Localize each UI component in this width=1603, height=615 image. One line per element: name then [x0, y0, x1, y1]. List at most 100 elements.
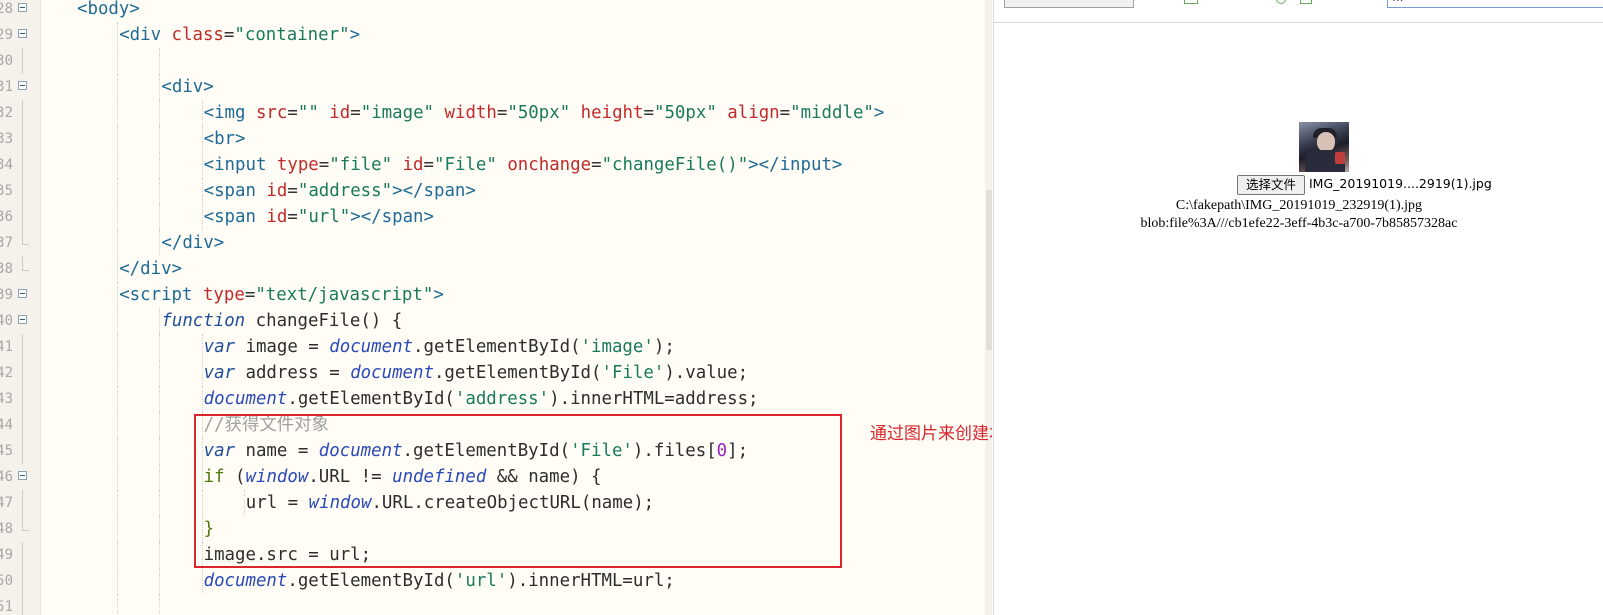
toolbar-select[interactable]: [1004, 0, 1134, 8]
code-token: =: [287, 207, 298, 227]
code-line[interactable]: 28 <body>: [0, 0, 992, 22]
fold-guide-line: [22, 594, 23, 615]
line-number: 51: [0, 599, 13, 615]
code-token: "File": [434, 155, 497, 175]
code-token: ></span>: [392, 181, 476, 201]
code-token: align: [727, 103, 780, 123]
code-line[interactable]: 41 var image = document.getElementById('i…: [0, 334, 992, 360]
code-token: document: [329, 337, 414, 357]
line-number: 34: [0, 157, 13, 173]
indent-guide: [201, 386, 203, 412]
code-token: <br>: [203, 129, 246, 149]
code-token: src: [255, 103, 288, 123]
fold-toggle-icon[interactable]: [18, 471, 27, 480]
code-token: 'image': [580, 337, 654, 357]
toolbar-input-text: ...: [1392, 0, 1598, 4]
code-line[interactable]: 39 <script type="text/javascript">: [0, 282, 992, 308]
code-line[interactable]: 37 </div>: [0, 230, 992, 256]
toolbar-indicator-icon: [1276, 0, 1286, 4]
line-number: 33: [0, 131, 13, 147]
code-line[interactable]: 34 <input type="file" id="File" onchange=…: [0, 152, 992, 178]
fold-guide-line: [22, 126, 23, 152]
line-number: 50: [0, 573, 13, 589]
code-line[interactable]: 30: [0, 48, 992, 74]
code-token: <div>: [161, 77, 214, 97]
indent-guide: [201, 152, 203, 178]
code-line[interactable]: 35 <span id="address"></span>: [0, 178, 992, 204]
indent-guide: [117, 230, 119, 256]
code-token: type: [202, 285, 245, 305]
fold-toggle-icon[interactable]: [18, 315, 27, 324]
fold-toggle-icon[interactable]: [18, 29, 27, 38]
code-text: document.getElementById('url').innerHTML…: [204, 568, 675, 594]
choose-file-button[interactable]: 选择文件: [1237, 175, 1305, 195]
code-token: <input: [203, 155, 277, 175]
indent-guide: [159, 152, 161, 178]
indent-guide: [117, 594, 119, 615]
indent-guide: [117, 464, 119, 490]
fold-toggle-icon[interactable]: [18, 3, 27, 12]
indent-guide: [159, 48, 161, 74]
code-token: image =: [235, 337, 330, 357]
indent-guide: [159, 308, 161, 334]
code-token: ></span>: [350, 207, 434, 227]
fold-toggle-icon[interactable]: [18, 289, 27, 298]
code-line[interactable]: 36 <span id="url"></span>: [0, 204, 992, 230]
code-line[interactable]: 40 function changeFile() {: [0, 308, 992, 334]
indent-guide: [117, 282, 119, 308]
file-input[interactable]: 选择文件 IMG_20191019....2919(1).jpg: [994, 172, 1603, 195]
code-token: ).value;: [664, 363, 749, 383]
code-line[interactable]: 38 </div>: [0, 256, 992, 282]
code-token: "changeFile()": [601, 155, 749, 175]
line-number: 41: [0, 339, 13, 355]
fold-end-marker: [22, 516, 29, 531]
code-token: width: [444, 103, 497, 123]
code-token: address =: [235, 363, 351, 383]
indent-guide: [117, 22, 119, 48]
line-number: 48: [0, 521, 13, 537]
code-line[interactable]: 32 <img src="" id="image" width="50px" he…: [0, 100, 992, 126]
code-token: "50px": [653, 103, 717, 123]
code-editor[interactable]: 28 <body> 29 <div class="container"> 30 31 <di…: [0, 0, 992, 615]
code-token: onchange: [507, 155, 592, 175]
code-token: .getElementById(: [413, 337, 581, 357]
toolbar-input[interactable]: ...: [1387, 0, 1603, 8]
code-token: var: [203, 337, 236, 357]
code-token: =: [318, 155, 330, 175]
indent-guide: [117, 178, 119, 204]
fold-end-marker: [22, 256, 29, 271]
indent-guide: [201, 334, 203, 360]
code-token: "text/javascript": [255, 285, 434, 305]
code-line[interactable]: 29 <div class="container">: [0, 22, 992, 48]
indent-guide: [159, 386, 161, 412]
fold-toggle-icon[interactable]: [18, 81, 27, 90]
code-token: =: [779, 103, 791, 123]
code-line[interactable]: 43 document.getElementById('address').inn…: [0, 386, 992, 412]
code-line[interactable]: 42 var address = document.getElementById(…: [0, 360, 992, 386]
code-token: <div: [119, 25, 172, 45]
editor-scrollbar-thumb[interactable]: [986, 190, 992, 350]
code-line[interactable]: 33 <br>: [0, 126, 992, 152]
indent-guide: [201, 568, 203, 594]
code-line[interactable]: 31 <div>: [0, 74, 992, 100]
code-token: <span: [203, 181, 267, 201]
code-token: id: [329, 103, 351, 123]
indent-guide: [201, 100, 203, 126]
indent-guide: [159, 594, 161, 615]
fold-guide-line: [22, 386, 23, 412]
code-token: );: [653, 337, 675, 357]
code-token: changeFile() {: [245, 311, 403, 331]
selected-file-name: IMG_20191019....2919(1).jpg: [1309, 176, 1492, 191]
code-token: >: [349, 25, 361, 45]
code-text: var image = document.getElementById('ima…: [204, 334, 675, 360]
code-text: <br>: [204, 126, 246, 152]
code-line[interactable]: 51: [0, 594, 992, 615]
code-line[interactable]: 50 document.getElementById('url').innerHT…: [0, 568, 992, 594]
indent-guide: [159, 360, 161, 386]
line-number: 39: [0, 287, 13, 303]
line-number: 44: [0, 417, 13, 433]
code-token: >: [433, 285, 444, 305]
code-token: type: [276, 155, 319, 175]
line-number: 31: [0, 79, 13, 95]
code-token: var: [203, 363, 236, 383]
